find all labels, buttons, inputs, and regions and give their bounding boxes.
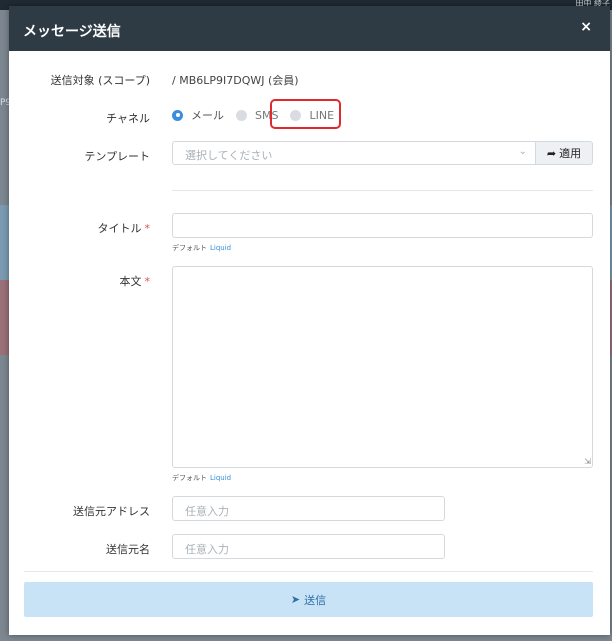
section-divider xyxy=(172,190,593,191)
from-name-label: 送信元名 xyxy=(106,543,150,556)
resize-handle-icon[interactable]: ⇲ xyxy=(584,457,591,466)
body-hint: デフォルト Liquid xyxy=(172,474,232,482)
channel-label: チャネル xyxy=(106,112,150,125)
template-label: テンプレート xyxy=(84,150,150,163)
modal-header: メッセージ送信 × xyxy=(9,6,610,51)
paper-plane-icon: ➤ xyxy=(290,593,301,606)
template-select-placeholder: 選択してください xyxy=(185,149,273,162)
from-name-placeholder: 任意入力 xyxy=(185,543,229,556)
title-hint: デフォルト Liquid xyxy=(172,244,232,252)
title-input[interactable] xyxy=(172,213,593,238)
title-label: タイトル * xyxy=(97,222,151,235)
apply-template-button[interactable]: ➦ 適用 xyxy=(536,141,593,165)
radio-unchecked-icon[interactable] xyxy=(236,109,247,121)
close-icon[interactable]: × xyxy=(580,19,592,35)
scope-label: 送信対象 (スコープ) xyxy=(50,74,150,87)
from-name-input[interactable]: 任意入力 xyxy=(172,534,445,559)
send-button-label: 送信 xyxy=(304,593,327,607)
body-textarea[interactable]: ⇲ xyxy=(172,266,593,468)
apply-button-label: 適用 xyxy=(559,147,582,160)
send-message-modal: メッセージ送信 × 送信対象 (スコープ) / MB6LP9I7DQWJ (会員… xyxy=(9,6,610,635)
channel-option-mail[interactable]: メール xyxy=(172,107,224,123)
modal-title: メッセージ送信 xyxy=(23,24,121,40)
body-label: 本文 * xyxy=(119,275,151,288)
channel-option-label: メール xyxy=(191,109,224,122)
template-select[interactable]: 選択してください ⌄ xyxy=(172,141,536,165)
share-icon: ➦ xyxy=(546,146,557,160)
liquid-link[interactable]: Liquid xyxy=(210,474,231,482)
chevron-down-icon: ⌄ xyxy=(518,146,527,157)
from-address-placeholder: 任意入力 xyxy=(185,505,229,518)
radio-checked-icon[interactable] xyxy=(172,109,183,121)
from-address-input[interactable]: 任意入力 xyxy=(172,496,445,521)
footer-divider xyxy=(24,571,593,572)
send-button[interactable]: ➤ 送信 xyxy=(24,582,593,617)
line-option-highlight-box xyxy=(270,99,341,129)
liquid-link[interactable]: Liquid xyxy=(210,244,231,252)
scope-value: / MB6LP9I7DQWJ (会員) xyxy=(172,74,299,87)
from-address-label: 送信元アドレス xyxy=(73,505,150,518)
